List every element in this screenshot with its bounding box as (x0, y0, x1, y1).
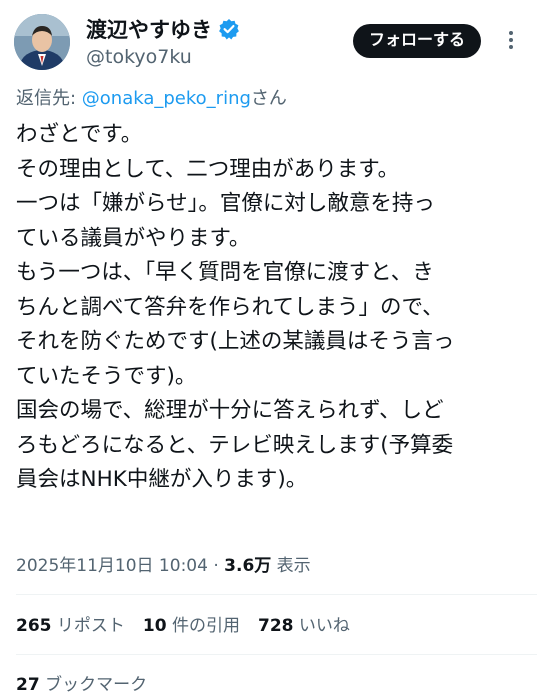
follow-button[interactable]: フォローする (352, 24, 481, 58)
likes-stat[interactable]: 728 いいね (258, 611, 350, 636)
engagement-stats: 265 リポスト 10 件の引用 728 いいね (16, 611, 350, 636)
reposts-stat[interactable]: 265 リポスト (16, 611, 125, 636)
views-label: 表示 (271, 556, 311, 576)
meta-separator: · (207, 556, 225, 576)
divider (16, 594, 537, 595)
bookmarks-label: ブックマーク (39, 675, 148, 695)
tweet-line: 一つは「嫌がらせ」。官僚に対し敵意を持っ (16, 191, 435, 216)
reply-to-prefix: 返信先: (16, 88, 82, 109)
tweet-line: ろもどろになると、テレビ映えします(予算委 (16, 432, 454, 458)
author-handle[interactable]: @tokyo7ku (86, 46, 240, 68)
reply-to-line: 返信先: @onaka_peko_ringさん (16, 84, 287, 110)
likes-label: いいね (293, 616, 350, 636)
views-count: 3.6万 (224, 556, 272, 576)
tweet-text: わざとです。 その理由として、二つ理由があります。 一つは「嫌がらせ」。官僚に対… (16, 118, 521, 498)
quotes-count: 10 (142, 616, 167, 636)
tweet-line: ちんと調べて答弁を作られてしまう」ので、 (16, 294, 444, 320)
tweet-header: 渡辺やすゆき @tokyo7ku フォローする (14, 14, 523, 70)
verified-badge-icon[interactable] (218, 18, 240, 40)
timestamp[interactable]: 2025年11月10日 10:04 (16, 556, 208, 576)
tweet-line: それを防ぐためです(上述の某議員はそう言っ (16, 329, 455, 354)
tweet-line: ていたそうです)。 (16, 363, 197, 389)
more-options-icon[interactable] (499, 28, 523, 52)
bookmarks-count: 27 (16, 675, 40, 695)
reposts-count: 265 (16, 616, 52, 636)
tweet-line: その理由として、二つ理由があります。 (16, 156, 400, 182)
quotes-stat[interactable]: 10 件の引用 (143, 611, 240, 636)
divider (16, 654, 537, 655)
likes-count: 728 (257, 616, 294, 636)
tweet-line: わざとです。 (16, 122, 143, 147)
author-info: 渡辺やすゆき @tokyo7ku (86, 16, 240, 68)
tweet-line: ている議員がやります。 (16, 225, 251, 251)
display-name[interactable]: 渡辺やすゆき (86, 14, 212, 44)
tweet-line: もう一つは、「早く質問を官僚に渡すと、き (16, 260, 434, 285)
reply-to-mention[interactable]: @onaka_peko_ring (82, 88, 251, 109)
reply-to-suffix: さん (250, 88, 287, 109)
bookmarks-stat[interactable]: 27 ブックマーク (16, 670, 147, 695)
tweet-meta: 2025年11月10日 10:04 · 3.6万 表示 (16, 551, 311, 576)
reposts-label: リポスト (51, 616, 125, 636)
tweet-line: 員会はNHK中継が入ります)。 (16, 467, 308, 492)
display-name-row: 渡辺やすゆき (86, 16, 240, 42)
avatar[interactable] (14, 14, 70, 70)
quotes-label: 件の引用 (166, 616, 240, 636)
tweet-line: 国会の場で、総理が十分に答えられず、しど (16, 398, 444, 423)
